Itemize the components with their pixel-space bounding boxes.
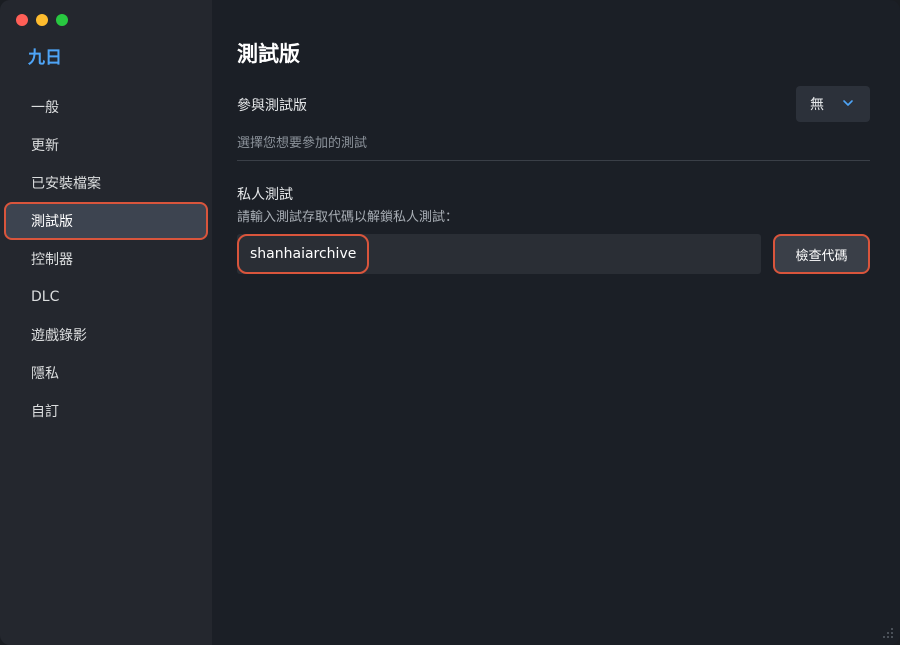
beta-select-value: 無: [810, 97, 824, 113]
sidebar-item-general[interactable]: 一般: [4, 88, 208, 126]
page-title: 測試版: [237, 42, 300, 66]
sidebar: 九日 一般 更新 已安裝檔案 測試版 控制器 DLC 遊戲錄影 隱私 自訂: [0, 0, 212, 645]
sidebar-item-privacy[interactable]: 隱私: [4, 354, 208, 392]
access-code-input[interactable]: shanhaiarchive: [237, 234, 761, 274]
section-divider: [237, 160, 870, 161]
check-code-button[interactable]: 檢查代碼: [773, 234, 870, 274]
app-window: 九日 一般 更新 已安裝檔案 測試版 控制器 DLC 遊戲錄影 隱私 自訂 測試…: [0, 0, 900, 645]
beta-participation-row: 參與測試版 無: [237, 86, 870, 122]
private-beta-title: 私人測試: [237, 187, 293, 203]
close-icon[interactable]: [16, 14, 28, 26]
sidebar-item-updates[interactable]: 更新: [4, 126, 208, 164]
sidebar-item-game-recording[interactable]: 遊戲錄影: [4, 316, 208, 354]
sidebar-nav: 一般 更新 已安裝檔案 測試版 控制器 DLC 遊戲錄影 隱私 自訂: [0, 88, 212, 430]
sidebar-item-installed-files[interactable]: 已安裝檔案: [4, 164, 208, 202]
access-code-value: shanhaiarchive: [237, 234, 370, 274]
sidebar-item-customization[interactable]: 自訂: [4, 392, 208, 430]
resize-grip-icon[interactable]: [880, 625, 894, 639]
zoom-icon[interactable]: [56, 14, 68, 26]
beta-select-dropdown[interactable]: 無: [796, 86, 870, 122]
minimize-icon[interactable]: [36, 14, 48, 26]
app-title: 九日: [28, 48, 62, 68]
main-panel: 測試版 參與測試版 無 選擇您想要參加的測試 私人測試 請輸入測試存取代碼以解鎖…: [212, 0, 900, 645]
private-beta-description: 請輸入測試存取代碼以解鎖私人測試：: [237, 210, 459, 225]
beta-participation-label: 參與測試版: [237, 98, 307, 114]
sidebar-item-betas[interactable]: 測試版: [4, 202, 208, 240]
chevron-down-icon: [843, 100, 853, 106]
sidebar-item-controller[interactable]: 控制器: [4, 240, 208, 278]
sidebar-item-dlc[interactable]: DLC: [4, 278, 208, 316]
beta-description: 選擇您想要參加的測試: [237, 136, 368, 151]
window-controls: [16, 14, 68, 26]
